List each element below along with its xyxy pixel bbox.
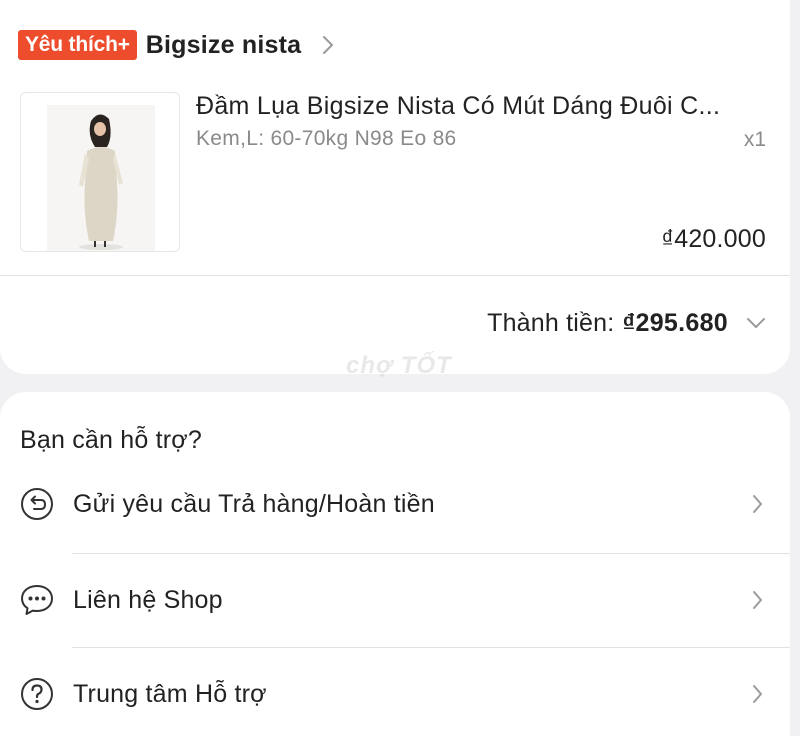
chevron-right-icon[interactable] <box>321 34 335 56</box>
favorite-plus-badge: Yêu thích+ <box>18 30 137 60</box>
total-label: Thành tiền: <box>487 308 615 337</box>
order-card: Yêu thích+ Bigsize nista Đầm Lụa Bigsize… <box>0 0 790 374</box>
dress-model-image <box>21 93 179 251</box>
product-variant: Kem,L: 60-70kg N98 Eo 86 <box>196 127 457 150</box>
divider <box>0 275 790 276</box>
help-center-item[interactable]: Trung tâm Hỗ trợ <box>0 648 790 736</box>
support-card: Bạn cần hỗ trợ? Gửi yêu cầu Trả hàng/Hoà… <box>0 392 790 736</box>
return-refund-label: Gửi yêu cầu Trả hàng/Hoàn tiền <box>73 489 435 518</box>
help-center-label: Trung tâm Hỗ trợ <box>73 679 267 708</box>
product-name[interactable]: Đầm Lụa Bigsize Nista Có Mút Dáng Đuôi C… <box>196 92 720 121</box>
contact-shop-item[interactable]: Liên hệ Shop <box>0 554 790 646</box>
total-value: ₫295.680 <box>622 308 728 337</box>
product-price: ₫420.000 <box>661 225 766 253</box>
chevron-right-icon <box>753 591 762 609</box>
shop-name[interactable]: Bigsize nista <box>146 31 301 60</box>
chevron-down-icon[interactable] <box>746 317 766 329</box>
shop-header[interactable]: Yêu thích+ Bigsize nista <box>18 30 335 60</box>
chat-icon <box>21 585 53 615</box>
return-refund-icon <box>21 488 53 520</box>
chevron-right-icon <box>753 685 762 703</box>
support-title: Bạn cần hỗ trợ? <box>20 426 203 454</box>
return-refund-request-item[interactable]: Gửi yêu cầu Trả hàng/Hoàn tiền <box>0 458 790 550</box>
help-icon <box>21 678 53 710</box>
product-quantity: x1 <box>743 128 766 151</box>
watermark: chợ TỐT <box>346 352 452 379</box>
order-total-row[interactable]: Thành tiền: ₫295.680 <box>487 308 766 338</box>
chevron-right-icon <box>753 495 762 513</box>
contact-shop-label: Liên hệ Shop <box>73 585 223 614</box>
product-thumbnail[interactable] <box>20 92 180 252</box>
